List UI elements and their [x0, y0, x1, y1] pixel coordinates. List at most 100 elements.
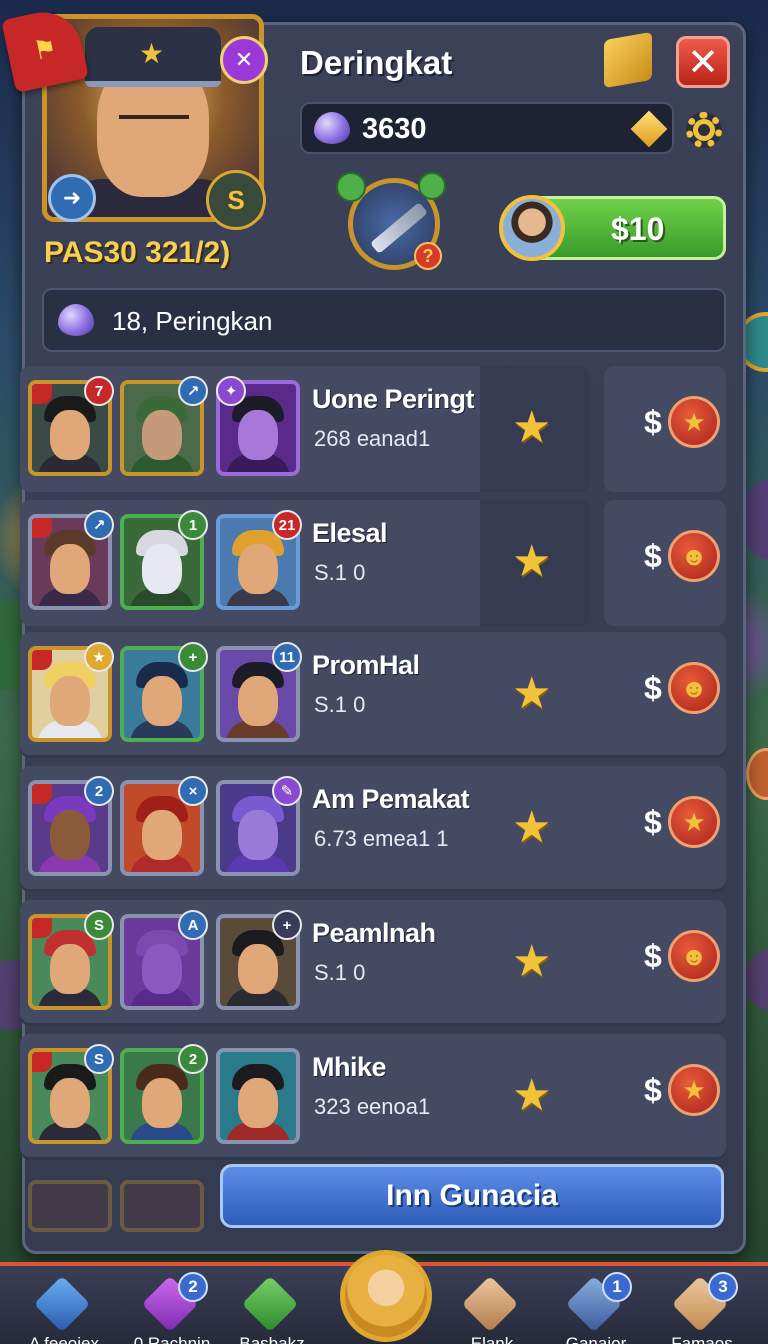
gem-icon — [58, 304, 94, 336]
row-subtext: 6.73 emea1 1 — [314, 826, 449, 851]
crystal-icon — [461, 1275, 519, 1333]
row-subtext: 323 eenoa1 — [314, 1094, 431, 1119]
tile-badge: 2 — [84, 776, 114, 806]
coin-icon[interactable]: ★ — [668, 796, 720, 848]
coin-icon[interactable]: ★ — [668, 396, 720, 448]
ranking-row[interactable]: 7 ↗ ✦ Uone Peringt 268 eanad1 ★ $ ★ — [20, 366, 726, 492]
row-name: Am Pemakat — [312, 784, 470, 814]
coin-icon[interactable]: ☻ — [668, 530, 720, 582]
close-button[interactable]: ✕ — [676, 36, 730, 88]
nav-label: A feeoiex — [29, 1334, 99, 1344]
tile-badge: S — [84, 910, 114, 940]
ranking-row[interactable]: S 2 Mhike 323 eenoa1 ★ $ ★ — [20, 1034, 726, 1160]
row-name: Mhike — [312, 1052, 387, 1082]
nav-label: Ganaior — [565, 1334, 627, 1344]
tile-badge: ✎ — [272, 776, 302, 806]
coin-icon[interactable]: ☻ — [668, 662, 720, 714]
nav-item[interactable]: 3 Famaos — [654, 1272, 750, 1344]
tile-badge: + — [272, 910, 302, 940]
nav-item[interactable]: A feeoiex — [16, 1275, 112, 1344]
hero-tile — [120, 1180, 204, 1232]
box-icon[interactable] — [604, 31, 652, 89]
diamond-icon[interactable] — [630, 110, 668, 148]
tile-badge: × — [178, 776, 208, 806]
nav-count-badge: 3 — [708, 1272, 738, 1302]
nav-count-badge: 2 — [178, 1272, 208, 1302]
green-check-icon — [241, 1275, 299, 1333]
green-gem-icon — [418, 172, 446, 200]
star-icon: ★ — [512, 403, 552, 452]
row-name: Uone Peringt — [312, 384, 475, 414]
nav-item[interactable]: 2 0 Rachnin — [124, 1272, 220, 1344]
nav-item[interactable]: Elank — [444, 1275, 540, 1344]
tile-badge: A — [178, 910, 208, 940]
row-subtext: 268 eanad1 — [314, 426, 431, 451]
currency-value: 3630 — [362, 113, 427, 145]
row-name: PromHal — [312, 650, 420, 680]
coin-icon[interactable]: ☻ — [668, 930, 720, 982]
avatar-eyes — [119, 115, 189, 125]
star-icon: ★ — [512, 803, 552, 852]
nav-label: Famaos — [671, 1334, 733, 1344]
star-icon: ★ — [512, 537, 552, 586]
ranking-row[interactable]: S A + Peamlnah S.1 0 ★ $ ☻ — [20, 900, 726, 1026]
blue-arrow-icon: ➜ — [48, 174, 96, 222]
tile-badge: 2 — [178, 1044, 208, 1074]
row-dollar: $ — [644, 804, 662, 840]
main-action-button[interactable]: Inn Gunacia — [220, 1164, 724, 1228]
player-level: PAS30 321/2) — [44, 236, 231, 269]
row-name: Elesal — [312, 518, 388, 548]
background-foliage — [744, 950, 768, 1010]
tile-badge: ↗ — [178, 376, 208, 406]
tile-badge: 1 — [178, 510, 208, 540]
buy-avatar — [499, 195, 565, 261]
ranking-row[interactable]: 2 × ✎ Am Pemakat 6.73 emea1 1 ★ $ ★ — [20, 766, 726, 892]
row-subtext: S.1 0 — [314, 560, 366, 585]
avatar-hat — [85, 27, 221, 87]
side-coin-icon — [746, 748, 768, 800]
buy-price: $10 — [611, 211, 665, 247]
hero-tile — [28, 1180, 112, 1232]
ranking-row[interactable]: ↗ 1 21 Elesal S.1 0 ★ $ ☻ — [20, 500, 726, 626]
row-subtext: S.1 0 — [314, 692, 366, 717]
nav-label: Basbakz — [239, 1334, 305, 1344]
tile-badge: ↗ — [84, 510, 114, 540]
nav-count-badge: 1 — [602, 1272, 632, 1302]
hero-avatar-button[interactable] — [340, 1250, 432, 1342]
nav-label: Elank — [470, 1334, 514, 1344]
info-bar: 18, Peringkan — [42, 288, 726, 352]
gem-icon — [314, 112, 350, 144]
tile-badge: + — [178, 642, 208, 672]
coin-icon[interactable]: ★ — [668, 1064, 720, 1116]
row-name: Peamlnah — [312, 918, 436, 948]
row-dollar: $ — [644, 1072, 662, 1108]
info-text: 18, Peringkan — [112, 306, 273, 336]
gear-icon[interactable] — [686, 112, 722, 148]
ranking-row[interactable]: ★ + 11 PromHal S.1 0 ★ $ ☻ — [20, 632, 726, 758]
page-title: Deringkat — [300, 44, 453, 81]
star-icon: ★ — [512, 1071, 552, 1120]
tile-badge: 21 — [272, 510, 302, 540]
buy-button[interactable]: $10 — [499, 195, 726, 261]
row-dollar: $ — [644, 670, 662, 706]
nav-item[interactable]: 1 Ganaior — [548, 1272, 644, 1344]
tile-badge: ✦ — [216, 376, 246, 406]
nav-item[interactable]: Basbakz — [224, 1275, 320, 1344]
row-dollar: $ — [644, 404, 662, 440]
gold-emblem-icon: S — [206, 170, 266, 230]
blue-gem-icon — [33, 1275, 91, 1333]
row-dollar: $ — [644, 538, 662, 574]
currency-bar: 3630 — [300, 102, 674, 154]
tile-badge: 7 — [84, 376, 114, 406]
question-badge[interactable]: ? — [414, 242, 442, 270]
row-subtext: S.1 0 — [314, 960, 366, 985]
tile-badge: ★ — [84, 642, 114, 672]
nav-label: 0 Rachnin — [133, 1334, 211, 1344]
main-action-label: Inn Gunacia — [386, 1179, 558, 1212]
tile-badge: S — [84, 1044, 114, 1074]
star-icon: ★ — [512, 937, 552, 986]
tile-badge: 11 — [272, 642, 302, 672]
row-dollar: $ — [644, 938, 662, 974]
purple-x-icon[interactable]: ✕ — [220, 36, 268, 84]
hero-tile[interactable] — [216, 1048, 300, 1144]
